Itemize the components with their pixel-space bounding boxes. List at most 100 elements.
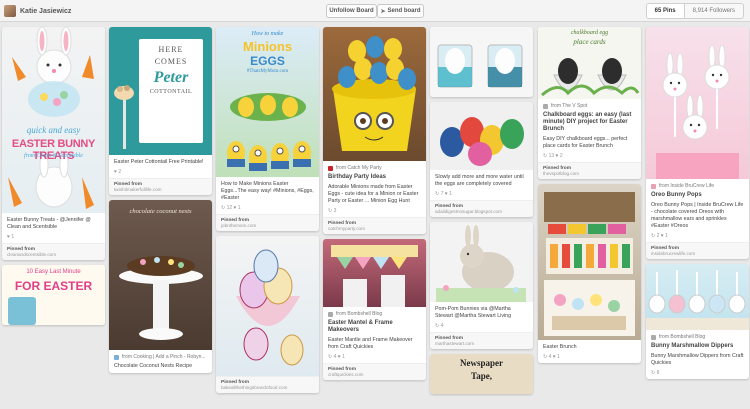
pin-image[interactable] bbox=[430, 222, 533, 302]
pin-footer[interactable]: Pinned from bakeallthethingsbrandofood.c… bbox=[216, 376, 319, 393]
pin-image[interactable]: Newspaper Tape, bbox=[430, 354, 533, 394]
owner-name[interactable]: Katie Jasiewicz bbox=[20, 8, 71, 15]
marshmallow-dippers-illustration bbox=[646, 270, 749, 330]
pin-image[interactable] bbox=[646, 27, 749, 179]
pin-source[interactable]: from Catch My Party bbox=[328, 165, 421, 171]
pinned-from-url[interactable]: thevspotblog.com bbox=[543, 171, 636, 176]
pinned-from-url[interactable]: craftquickies.com bbox=[328, 372, 421, 377]
source-icon bbox=[543, 103, 548, 109]
pin-card[interactable]: Newspaper Tape, bbox=[430, 354, 533, 394]
pin-source[interactable]: from Bombshell Blog bbox=[328, 311, 421, 317]
egg-stand bbox=[114, 85, 134, 149]
pin-footer[interactable]: Pinned from craftquickies.com bbox=[323, 363, 426, 380]
pin-card[interactable]: from Inside BruCrew Life Oreo Bunny Pops… bbox=[646, 27, 749, 259]
pin-title[interactable]: Chalkboard eggs: an easy (last minute) D… bbox=[543, 112, 636, 133]
pin-footer[interactable]: Pinned from catchmyparty.com bbox=[323, 217, 426, 234]
pin-stats: ↻ 2 ♥ 1 bbox=[651, 233, 668, 239]
pin-card[interactable]: Slowly add more and more water until the… bbox=[430, 102, 533, 217]
pinned-from-url[interactable]: jobnthemom.com bbox=[221, 223, 314, 228]
pin-image[interactable]: 10 Easy Last Minute FOR EASTER bbox=[2, 265, 105, 325]
pin-title[interactable]: Easter Mantel & Frame Makeovers bbox=[328, 320, 421, 334]
pin-stats: ↻ 13 ♥ 2 bbox=[543, 153, 563, 159]
image-caption: COMES bbox=[154, 57, 188, 66]
pinned-from-url[interactable]: catchmyparty.com bbox=[328, 226, 421, 231]
image-headline: EGGS bbox=[250, 54, 285, 68]
easter-mantel-illustration bbox=[331, 245, 418, 307]
pin-image[interactable] bbox=[646, 264, 749, 330]
pin-card[interactable]: from Bombshell Blog Easter Mantel & Fram… bbox=[323, 239, 426, 380]
cake-stand-illustration bbox=[119, 256, 203, 340]
source-icon bbox=[651, 183, 656, 189]
followers-count-tab[interactable]: 8,914 Followers bbox=[685, 4, 743, 18]
pinned-from-url[interactable]: bakeallthethingsbrandofood.com bbox=[221, 385, 314, 390]
pin-image[interactable] bbox=[323, 27, 426, 161]
image-caption: from Clean & Scentsible bbox=[24, 153, 83, 159]
pin-image[interactable] bbox=[430, 102, 533, 170]
pin-title[interactable]: Oreo Bunny Pops bbox=[651, 192, 744, 199]
pin-card[interactable]: 10 Easy Last Minute FOR EASTER bbox=[2, 265, 105, 325]
pinned-from-url[interactable]: twinfolmakerfulllife.com bbox=[114, 187, 207, 192]
pin-title[interactable]: Birthday Party Ideas bbox=[328, 174, 421, 181]
pin-image[interactable]: HERE COMES Peter COTTONTAIL bbox=[109, 27, 212, 155]
send-icon: ➤ bbox=[380, 8, 386, 15]
pin-image[interactable] bbox=[216, 236, 319, 376]
pin-source[interactable]: from Bombshell Blog bbox=[651, 334, 744, 340]
pin-card[interactable]: chocolate coconut nests from Cooking | A… bbox=[109, 200, 212, 373]
pin-image[interactable]: How to make Minions EGGS #ThatsMyMom.com bbox=[216, 27, 319, 177]
pin-footer[interactable]: Pinned from insidebrucrewlife.com bbox=[646, 242, 749, 259]
pin-card[interactable]: How to make Minions EGGS #ThatsMyMom.com… bbox=[216, 27, 319, 231]
pinned-from-url[interactable]: marthastewart.com bbox=[435, 341, 528, 346]
pin-column: from Catch My Party Birthday Party Ideas… bbox=[323, 27, 426, 385]
pin-card[interactable]: chalkboard egg place cards from The V Sp… bbox=[538, 27, 641, 179]
image-caption: HERE bbox=[158, 45, 184, 54]
pin-card[interactable]: from Bombshell Blog Bunny Marshmallow Di… bbox=[646, 264, 749, 379]
pin-card[interactable]: Pinned from bakeallthethingsbrandofood.c… bbox=[216, 236, 319, 393]
pin-card[interactable]: Easter Brunch ↻ 4 ♥ 1 bbox=[538, 184, 641, 363]
pinned-from-url[interactable]: adaildigestnosugar.blogspot.com bbox=[435, 209, 528, 214]
image-caption: quick and easy bbox=[26, 125, 81, 135]
pinned-from-url[interactable]: insidebrucrewlife.com bbox=[651, 251, 744, 256]
pin-column: chalkboard egg place cards from The V Sp… bbox=[538, 27, 641, 368]
pin-image[interactable]: chalkboard egg place cards bbox=[538, 27, 641, 99]
pin-description: Chocolate Coconut Nests Recipe bbox=[114, 363, 193, 369]
oreo-bunny-pops-illustration bbox=[656, 44, 739, 179]
pin-card[interactable]: Pom-Pom Bunnies via @Martha Stewart @Mar… bbox=[430, 222, 533, 349]
image-headline: FOR EASTER bbox=[14, 279, 93, 293]
pin-footer[interactable]: Pinned from thevspotblog.com bbox=[538, 162, 641, 179]
pin-footer[interactable]: Pinned from marthastewart.com bbox=[430, 332, 533, 349]
pin-image[interactable] bbox=[538, 184, 641, 340]
colored-eggs-illustration bbox=[440, 117, 524, 166]
pin-image[interactable]: quick and easy EASTER BUNNY TREATS from … bbox=[2, 27, 105, 213]
pin-card[interactable]: from Catch My Party Birthday Party Ideas… bbox=[323, 27, 426, 234]
avatar[interactable] bbox=[4, 5, 16, 17]
pin-image[interactable] bbox=[430, 27, 533, 97]
source-icon bbox=[114, 354, 119, 360]
pin-stats: ↻ 3 bbox=[328, 208, 337, 214]
pin-grid: quick and easy EASTER BUNNY TREATS from … bbox=[0, 27, 750, 409]
unfollow-board-button[interactable]: Unfollow Board bbox=[326, 4, 377, 18]
send-board-button[interactable]: ➤ Send board bbox=[377, 4, 424, 18]
source-icon bbox=[651, 334, 656, 340]
pin-source[interactable]: from Inside BruCrew Life bbox=[651, 183, 744, 189]
pin-image[interactable]: chocolate coconut nests bbox=[109, 200, 212, 350]
pin-footer[interactable]: Pinned from cleanandscentsible.com bbox=[2, 243, 105, 260]
pin-source[interactable]: from The V Spot bbox=[543, 103, 636, 109]
pin-image[interactable] bbox=[323, 239, 426, 307]
pin-column: Slowly add more and more water until the… bbox=[430, 27, 533, 399]
board-owner[interactable]: Katie Jasiewicz bbox=[4, 4, 71, 18]
pin-footer[interactable]: Pinned from twinfolmakerfulllife.com bbox=[109, 178, 212, 195]
pins-count-tab[interactable]: 65 Pins bbox=[646, 4, 685, 18]
image-caption: How to make bbox=[251, 31, 284, 37]
pin-footer[interactable]: Pinned from jobnthemom.com bbox=[216, 214, 319, 231]
pin-card[interactable]: quick and easy EASTER BUNNY TREATS from … bbox=[2, 27, 105, 260]
pin-footer[interactable]: Pinned from adaildigestnosugar.blogspot.… bbox=[430, 200, 533, 217]
dyed-eggs-cups-illustration bbox=[437, 44, 523, 88]
pin-source[interactable]: from Cooking | Add a Pinch - Robyn... bbox=[114, 354, 207, 360]
pin-card[interactable] bbox=[430, 27, 533, 97]
pinned-from-url[interactable]: cleanandscentsible.com bbox=[7, 252, 100, 257]
image-caption: chalkboard egg bbox=[570, 30, 609, 36]
minion-bowl-illustration bbox=[332, 36, 416, 151]
pin-title[interactable]: Bunny Marshmallow Dippers bbox=[651, 343, 744, 350]
pin-card[interactable]: HERE COMES Peter COTTONTAIL Easter Peter… bbox=[109, 27, 212, 195]
pin-stats: ↻ 4 ♥ 1 bbox=[328, 354, 345, 360]
